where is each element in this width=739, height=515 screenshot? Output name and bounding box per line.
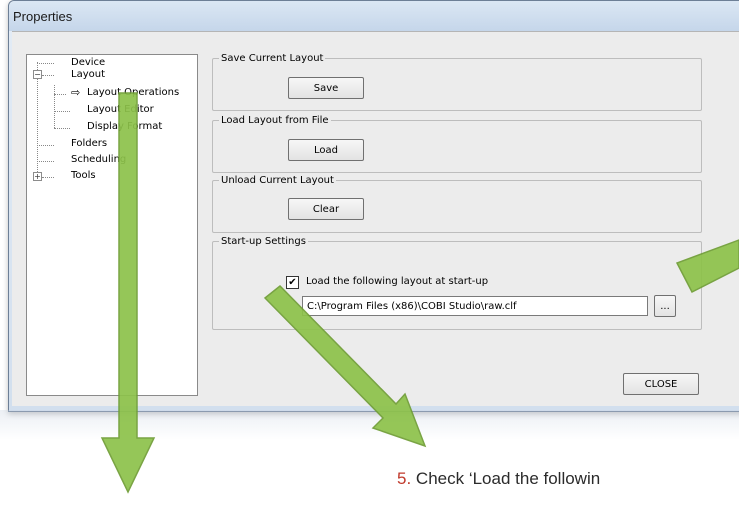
properties-dialog: Properties x − + Device Layout ⇨ Layout … — [8, 0, 739, 412]
clear-button[interactable]: Clear — [288, 198, 364, 220]
save-button[interactable]: Save — [288, 77, 364, 99]
window-title: Properties — [13, 9, 73, 24]
tree-item-folders[interactable]: Folders — [71, 138, 107, 149]
unload-layout-group: Unload Current Layout — [212, 175, 702, 233]
tree-item-scheduling[interactable]: Scheduling — [71, 154, 126, 165]
unload-layout-legend: Unload Current Layout — [221, 175, 334, 186]
dialog-client-area: − + Device Layout ⇨ Layout Operations La… — [12, 31, 739, 406]
layout-collapse-toggle[interactable]: − — [33, 70, 42, 79]
step-text: Check ‘Load the followin — [411, 469, 601, 488]
load-at-startup-label: Load the following layout at start-up — [306, 276, 489, 287]
startup-settings-legend: Start-up Settings — [221, 236, 306, 247]
tools-expand-toggle[interactable]: + — [33, 172, 42, 181]
browse-button[interactable]: ... — [654, 295, 676, 317]
load-at-startup-checkbox[interactable]: ✔ — [286, 276, 299, 289]
settings-tree: − + Device Layout ⇨ Layout Operations La… — [26, 54, 198, 396]
instruction-caption: 5. Check ‘Load the followin — [397, 469, 600, 489]
load-layout-legend: Load Layout from File — [221, 115, 329, 126]
close-button[interactable]: CLOSE — [623, 373, 699, 395]
step-number: 5. — [397, 469, 412, 488]
tree-item-layout-editor[interactable]: Layout Editor — [87, 104, 154, 115]
tree-item-display-format[interactable]: Display Format — [87, 121, 162, 132]
load-button[interactable]: Load — [288, 139, 364, 161]
save-layout-legend: Save Current Layout — [221, 53, 324, 64]
tree-item-tools[interactable]: Tools — [71, 170, 96, 181]
save-layout-group: Save Current Layout — [212, 53, 702, 111]
window-reflection — [0, 410, 739, 440]
load-layout-group: Load Layout from File — [212, 115, 702, 173]
tree-item-device[interactable]: Device — [71, 57, 105, 68]
tree-item-layout-operations[interactable]: Layout Operations — [87, 87, 179, 98]
layout-path-field[interactable]: C:\Program Files (x86)\COBI Studio\raw.c… — [302, 296, 648, 316]
title-bar: Properties x — [9, 1, 739, 31]
tree-item-layout[interactable]: Layout — [71, 69, 105, 80]
selected-arrow-icon: ⇨ — [71, 86, 81, 99]
